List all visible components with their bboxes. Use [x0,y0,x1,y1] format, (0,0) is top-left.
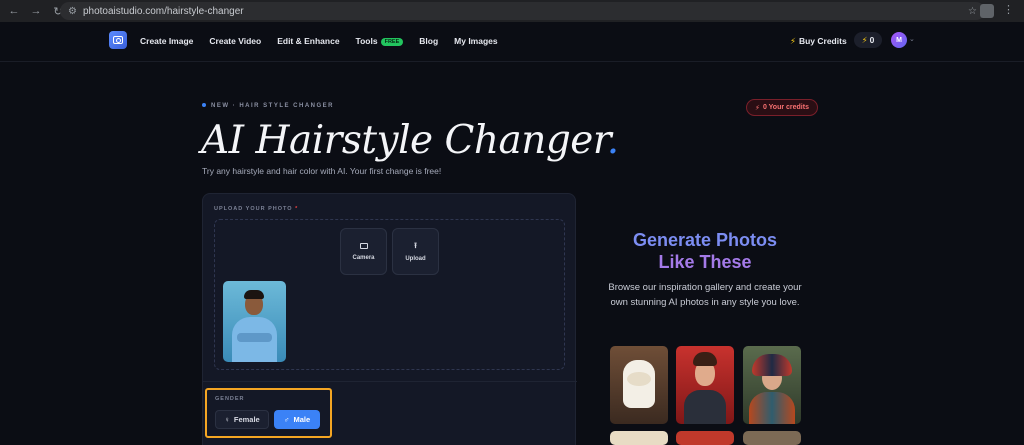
nav-my-images[interactable]: My Images [454,36,497,46]
promo-subtitle: Browse our inspiration gallery and creat… [608,282,802,308]
bolt-icon: ⚡ [755,104,760,112]
upload-dropzone[interactable]: Camera ⭱ Upload [214,219,565,370]
upload-label-text: UPLOAD YOUR PHOTO [214,206,293,212]
site-header: Create Image Create Video Edit & Enhance… [0,22,1024,62]
camera-icon [359,242,368,249]
nav-create-video[interactable]: Create Video [209,36,261,46]
address-bar[interactable]: ⚙ photoaistudio.com/hairstyle-changer ☆ [60,2,985,20]
buy-credits-label: Buy Credits [798,36,847,46]
gallery-image[interactable] [743,346,801,424]
page-title-accent: . [606,118,619,163]
required-mark: * [295,206,299,212]
credits-badge-text: 0 Your credits [762,104,809,111]
nav-tools[interactable]: Tools FREE [356,36,404,46]
bolt-icon: ⚡ [790,36,796,46]
buy-credits-button[interactable]: ⚡ Buy Credits [790,36,847,47]
site-settings-icon[interactable]: ⚙ [68,6,77,17]
gallery-image[interactable] [610,346,668,424]
nav-tools-label: Tools [355,36,378,46]
page-title-text: AI Hairstyle Changer [201,118,607,163]
divider [203,381,577,382]
nav-blog[interactable]: Blog [419,36,438,46]
credit-balance[interactable]: ⚡ 0 [854,32,882,48]
promo-title: Generate Photos Like These [600,229,810,273]
eyebrow-text: NEW · HAIR STYLE CHANGER [211,103,334,109]
browser-menu-icon[interactable]: ⋮ [1003,3,1014,16]
chevron-down-icon[interactable]: ⌄ [909,35,915,43]
promo-title-line2: Like These [658,252,752,272]
browser-toolbar: ← → ↻ ⚙ photoaistudio.com/hairstyle-chan… [0,0,1024,22]
bolt-icon: ⚡ [861,34,868,45]
upload-label: UPLOAD YOUR PHOTO * [214,206,298,212]
upload-button[interactable]: ⭱ Upload [392,228,439,275]
bookmark-star-icon[interactable]: ☆ [968,6,977,17]
back-icon[interactable]: ← [8,5,20,18]
gallery-image[interactable] [676,431,734,445]
avatar[interactable]: M [891,32,907,48]
eyebrow: NEW · HAIR STYLE CHANGER [202,103,334,109]
url-text: photoaistudio.com/hairstyle-changer [82,5,244,17]
page-title: AI Hairstyle Changer. [201,118,619,163]
nav-edit-enhance[interactable]: Edit & Enhance [277,36,339,46]
main-nav: Create Image Create Video Edit & Enhance… [140,36,498,46]
annotation-highlight-box [205,388,332,438]
camera-button[interactable]: Camera [340,228,387,275]
gallery-image[interactable] [610,431,668,445]
gallery-image[interactable] [676,346,734,424]
extension-icon[interactable] [980,4,994,18]
uploaded-photo-thumbnail[interactable] [223,281,286,362]
logo-camera-icon[interactable] [109,31,127,49]
camera-button-label: Camera [352,254,375,261]
gallery-image[interactable] [743,431,801,445]
credit-count: 0 [869,35,875,45]
upload-icon: ⭱ [414,240,417,250]
credits-badge[interactable]: ⚡ 0 Your credits [746,99,818,116]
nav-create-image[interactable]: Create Image [140,36,193,46]
page-subtitle: Try any hairstyle and hair color with AI… [202,166,442,176]
browser-nav: ← → ↻ [0,5,64,18]
free-badge: FREE [380,37,404,46]
upload-button-label: Upload [405,255,426,262]
dot-icon [202,103,206,108]
promo-title-line1: Generate Photos [632,230,778,250]
forward-icon[interactable]: → [30,5,42,18]
